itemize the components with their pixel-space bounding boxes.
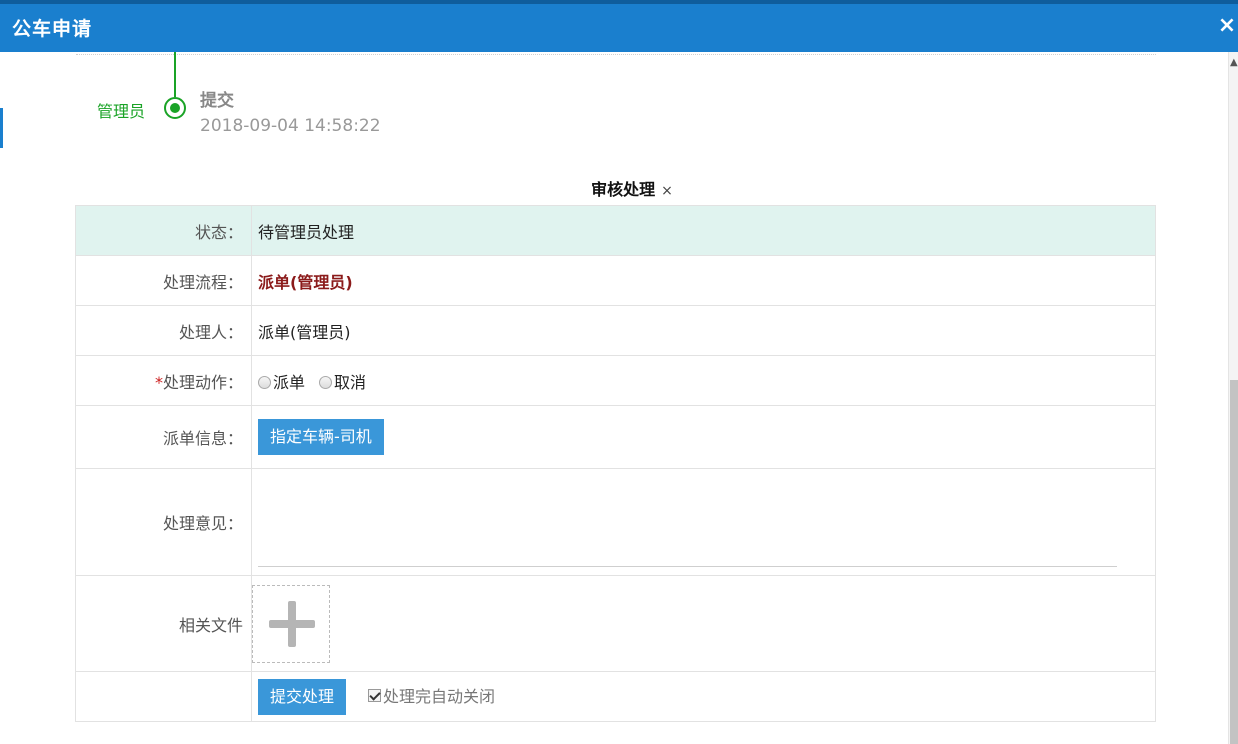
status-value: 待管理员处理 <box>251 205 1156 256</box>
radio-dispatch[interactable]: 派单 <box>258 369 305 393</box>
radio-dispatch-icon[interactable] <box>258 375 271 389</box>
submit-label-empty <box>75 671 252 722</box>
status-row: 状态： 待管理员处理 <box>75 205 1156 256</box>
auto-close-checkbox[interactable] <box>368 688 382 702</box>
handler-label: 处理人： <box>75 305 252 356</box>
dialog-title-bar: 公车申请 × <box>0 0 1238 52</box>
review-form: 状态： 待管理员处理 处理流程： 派单(管理员) 处理人： 派单(管理员) *处… <box>75 205 1156 722</box>
timeline-divider <box>76 54 1156 55</box>
section-title: 审核处理 <box>591 180 656 199</box>
timeline-timestamp: 2018-09-04 14:58:22 <box>200 116 381 136</box>
comment-label: 处理意见： <box>75 468 252 576</box>
status-label: 状态： <box>75 205 252 256</box>
flow-label: 处理流程： <box>75 255 252 306</box>
dispatch-row: 派单信息： 指定车辆-司机 <box>75 405 1156 469</box>
comment-row: 处理意见： <box>75 468 1156 576</box>
action-label: 处理动作： <box>162 372 243 392</box>
timeline-action: 提交 <box>200 91 234 111</box>
upload-file-button[interactable] <box>252 584 330 663</box>
auto-close-label[interactable]: 处理完自动关闭 <box>383 687 495 706</box>
radio-cancel[interactable]: 取消 <box>319 369 366 393</box>
section-close-icon[interactable]: × <box>661 183 673 199</box>
timeline-connector <box>174 52 176 97</box>
assign-vehicle-driver-button[interactable]: 指定车辆-司机 <box>258 419 384 455</box>
submit-row: 提交处理 处理完自动关闭 <box>75 671 1156 722</box>
files-row: 相关文件 <box>75 575 1156 672</box>
plus-icon-vertical <box>288 600 296 647</box>
required-mark: * <box>154 372 163 392</box>
close-icon[interactable]: × <box>1216 12 1238 40</box>
action-label-cell: *处理动作： <box>75 355 252 406</box>
files-label: 相关文件 <box>75 575 252 672</box>
scroll-up-arrow-icon[interactable]: ▲ <box>1230 58 1238 68</box>
handler-value: 派单(管理员) <box>251 305 1156 356</box>
action-row: *处理动作： 派单 取消 <box>75 355 1156 406</box>
comment-input[interactable] <box>258 477 1117 567</box>
timeline-node-icon <box>164 97 186 119</box>
dispatch-label: 派单信息： <box>75 405 252 469</box>
background-page-accent <box>0 108 3 148</box>
dialog-title: 公车申请 <box>12 18 93 40</box>
timeline-user: 管理员 <box>97 102 146 121</box>
section-header: 审核处理 × <box>0 176 1238 200</box>
flow-value: 派单(管理员) <box>258 272 353 292</box>
submit-button[interactable]: 提交处理 <box>258 678 347 715</box>
radio-dispatch-label: 派单 <box>273 372 306 392</box>
scrollbar-thumb[interactable] <box>1230 380 1238 744</box>
radio-cancel-label: 取消 <box>334 372 367 392</box>
radio-cancel-icon[interactable] <box>319 375 333 389</box>
vertical-scrollbar[interactable]: ▲ <box>1228 52 1238 744</box>
flow-row: 处理流程： 派单(管理员) <box>75 255 1156 306</box>
handler-row: 处理人： 派单(管理员) <box>75 305 1156 356</box>
